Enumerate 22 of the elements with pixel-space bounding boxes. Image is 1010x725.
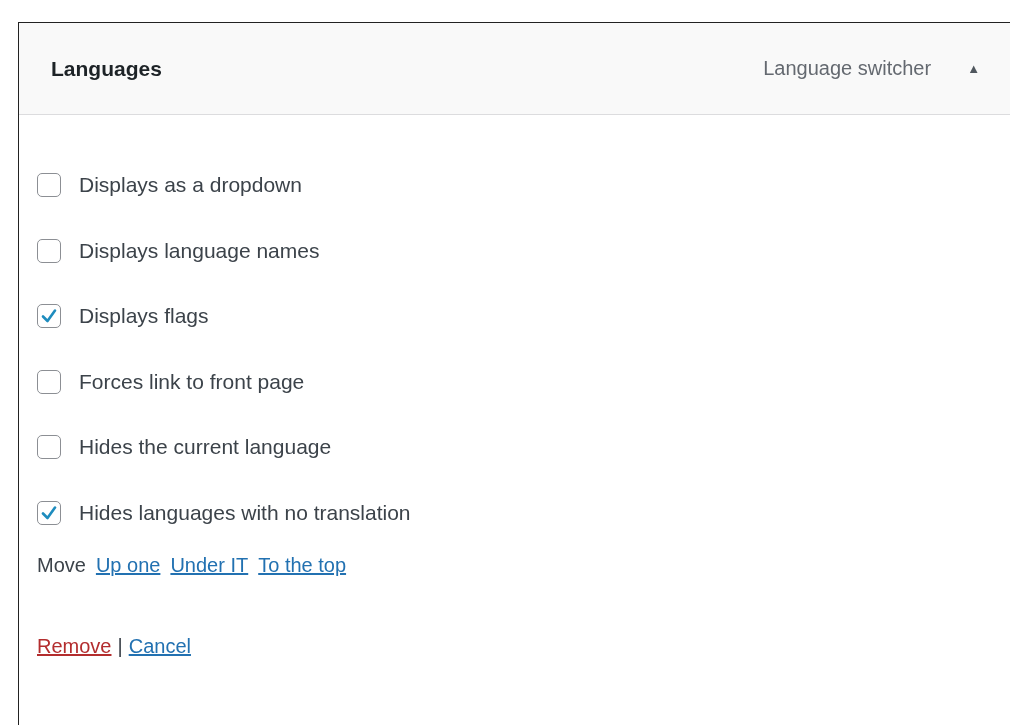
remove-link[interactable]: Remove: [37, 635, 112, 658]
checkbox[interactable]: [37, 369, 61, 394]
move-link[interactable]: Under IT: [170, 554, 249, 577]
option-label: Hides languages with no translation: [79, 500, 411, 525]
checkbox[interactable]: [37, 173, 61, 198]
move-link[interactable]: To the top: [258, 554, 347, 577]
checkbox[interactable]: [37, 304, 61, 329]
checkbox[interactable]: [37, 500, 61, 525]
move-link[interactable]: Up one: [95, 554, 161, 577]
separator: |: [117, 635, 123, 658]
cancel-link[interactable]: Cancel: [128, 635, 191, 658]
option-label: Displays flags: [79, 304, 209, 329]
move-label: Move: [37, 554, 86, 577]
widget-title: Languages: [51, 56, 163, 81]
checkbox[interactable]: [37, 435, 61, 460]
option-label: Hides the current language: [79, 435, 332, 460]
option-label: Displays as a dropdown: [79, 173, 302, 198]
option-label: Displays language names: [79, 238, 320, 263]
option-label: Forces link to front page: [79, 369, 305, 394]
collapse-toggle[interactable]: ▲: [967, 61, 980, 76]
widget-subtitle: Language switcher: [763, 57, 932, 80]
checkbox[interactable]: [37, 238, 61, 263]
